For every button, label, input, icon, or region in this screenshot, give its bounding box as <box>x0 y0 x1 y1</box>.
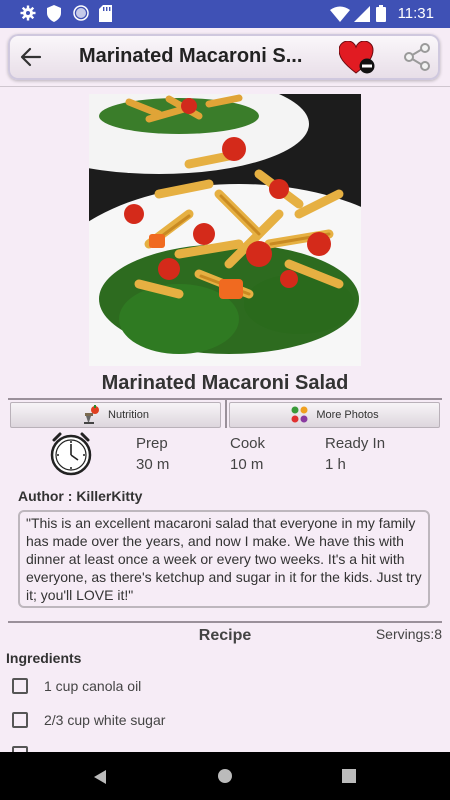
prep-label: Prep <box>136 435 168 452</box>
cook-value: 10 m <box>230 456 264 473</box>
servings-label: Servings:8 <box>375 626 442 642</box>
arrow-left-icon[interactable] <box>18 44 44 70</box>
sdcard-icon <box>99 5 112 22</box>
status-bar: 11:31 <box>0 0 450 28</box>
battery-icon <box>376 5 386 22</box>
toolbar-divider <box>0 86 450 87</box>
recents-square-icon[interactable] <box>342 769 356 783</box>
author-label: Author : KillerKitty <box>18 488 143 504</box>
prep-value: 30 m <box>136 456 170 473</box>
ingredient-text: 1 cup canola oil <box>44 678 142 694</box>
nutrition-button[interactable]: Nutrition <box>10 402 221 428</box>
ready-in-value: 1 h <box>325 456 346 473</box>
ingredient-checkbox[interactable] <box>12 712 28 728</box>
section-divider <box>8 621 442 623</box>
ingredient-item: 2/3 cup white sugar <box>12 708 165 732</box>
vegetables-icon <box>291 406 308 423</box>
clock: 11:31 <box>397 5 434 22</box>
toolbar-title: Marinated Macaroni S... <box>79 45 303 67</box>
button-divider <box>225 398 227 428</box>
signal-icon <box>354 6 370 22</box>
ingredients-title: Ingredients <box>6 650 82 666</box>
recipe-photo[interactable] <box>89 94 361 366</box>
wifi-icon <box>330 6 350 22</box>
stopwatch-icon <box>50 432 92 476</box>
ingredient-item: 1 cup canola oil <box>12 674 141 698</box>
ingredient-checkbox[interactable] <box>12 678 28 694</box>
favorite-heart-icon[interactable] <box>339 41 377 75</box>
gear-icon <box>20 5 36 21</box>
recipe-description: "This is an excellent macaroni salad tha… <box>18 510 430 608</box>
scale-icon <box>84 405 100 424</box>
app-toolbar: Marinated Macaroni S... <box>8 34 440 80</box>
home-circle-icon[interactable] <box>217 768 233 784</box>
share-icon[interactable] <box>402 42 432 72</box>
ready-in-label: Ready In <box>325 435 386 452</box>
cook-label: Cook <box>230 435 266 452</box>
recipe-title: Marinated Macaroni Salad <box>101 372 349 394</box>
back-triangle-icon[interactable] <box>93 769 107 785</box>
shield-icon <box>47 5 61 22</box>
circle-icon <box>73 5 89 21</box>
nutrition-label: Nutrition <box>108 409 149 421</box>
navigation-bar <box>0 752 450 800</box>
more-photos-button[interactable]: More Photos <box>229 402 440 428</box>
more-photos-label: More Photos <box>316 409 379 421</box>
ingredient-text: 2/3 cup white sugar <box>44 712 166 728</box>
